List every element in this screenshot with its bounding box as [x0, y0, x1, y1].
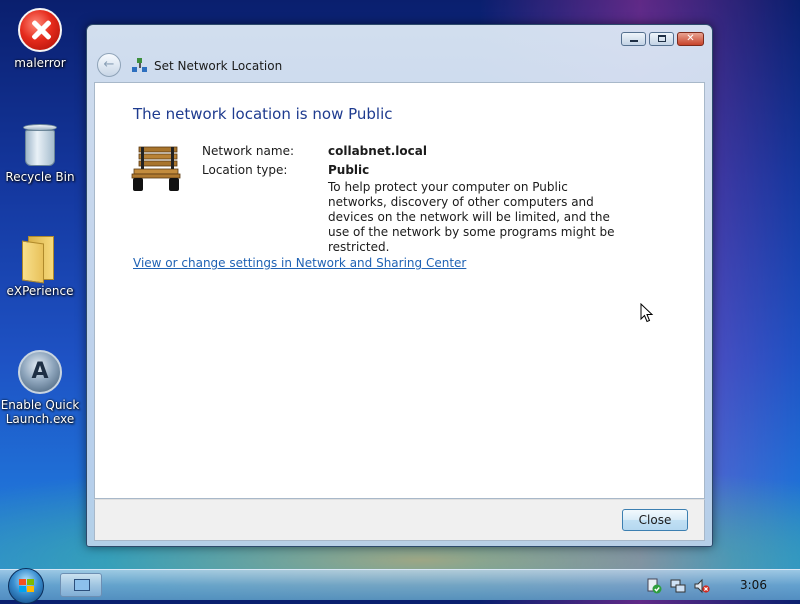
close-icon: ✕	[686, 33, 695, 44]
maximize-icon	[658, 35, 666, 42]
content-area: The network location is now Public Netwo…	[94, 82, 705, 499]
location-type-label: Location type:	[202, 163, 288, 177]
desktop-icon-enable-quick-launch[interactable]: Enable Quick Launch.exe	[0, 350, 80, 426]
window-title: Set Network Location	[154, 59, 283, 73]
recycle-bin-icon	[23, 122, 57, 166]
minimize-button[interactable]	[621, 32, 646, 46]
desktop-icon-experience[interactable]: eXPerience	[0, 236, 80, 298]
back-arrow-icon: ←	[103, 57, 115, 72]
mouse-cursor-icon	[640, 303, 654, 323]
network-window-icon	[74, 579, 90, 591]
folder-icon	[22, 236, 58, 284]
network-name-label: Network name:	[202, 144, 294, 158]
location-type-value: Public	[328, 163, 370, 177]
desktop-icon-malerror[interactable]: malerror	[0, 8, 80, 70]
network-icon	[132, 58, 148, 74]
taskbar-button-set-network-location[interactable]	[60, 573, 102, 597]
navigation-bar: ← Set Network Location	[87, 47, 712, 81]
action-center-icon[interactable]	[646, 578, 662, 594]
caption-buttons: ✕	[621, 32, 704, 46]
system-tray	[640, 570, 800, 601]
taskbar: 3:06	[0, 568, 800, 604]
minimize-icon	[630, 40, 638, 42]
desktop-icon-label: malerror	[14, 56, 66, 70]
desktop-icon-label: Enable Quick Launch.exe	[0, 398, 80, 426]
quick-launch-icon	[18, 350, 62, 394]
park-bench-icon	[131, 146, 181, 191]
maximize-button[interactable]	[649, 32, 674, 46]
volume-muted-icon[interactable]	[694, 578, 710, 594]
error-icon	[18, 8, 62, 52]
set-network-location-window: ✕ ← Set Network Location The network loc…	[86, 24, 713, 547]
windows-logo-icon	[19, 579, 35, 593]
desktop-icon-label: Recycle Bin	[5, 170, 75, 184]
desktop-icon-label: eXPerience	[6, 284, 74, 298]
back-button[interactable]: ←	[97, 53, 121, 77]
clock[interactable]: 3:06	[740, 578, 767, 592]
window-close-button[interactable]: ✕	[677, 32, 704, 46]
start-button[interactable]	[8, 568, 44, 604]
location-description: To help protect your computer on Public …	[328, 180, 615, 254]
network-name-value: collabnet.local	[328, 144, 427, 158]
button-footer: Close	[94, 499, 705, 541]
network-sharing-center-link[interactable]: View or change settings in Network and S…	[133, 256, 466, 270]
desktop-icon-recycle-bin[interactable]: Recycle Bin	[0, 122, 80, 184]
page-heading: The network location is now Public	[133, 105, 393, 123]
network-tray-icon[interactable]	[670, 578, 686, 594]
close-button[interactable]: Close	[622, 509, 688, 531]
